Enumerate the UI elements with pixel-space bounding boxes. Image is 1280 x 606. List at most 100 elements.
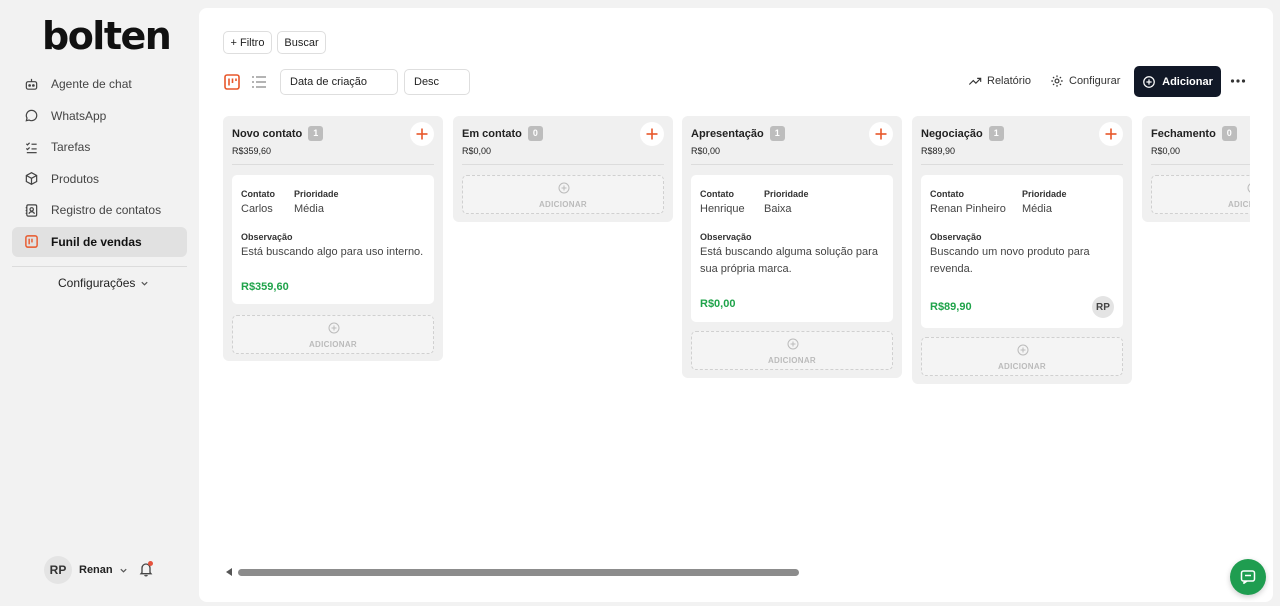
plus-icon bbox=[1105, 128, 1117, 140]
priority-label: Prioridade bbox=[1022, 189, 1067, 199]
contact-value: Carlos bbox=[241, 203, 273, 215]
sidebar-item-label: WhatsApp bbox=[51, 108, 107, 123]
list-view-icon[interactable] bbox=[250, 73, 268, 91]
column-count-badge: 1 bbox=[769, 126, 785, 141]
add-card-label: ADICIONAR bbox=[997, 362, 1047, 371]
notification-dot bbox=[148, 561, 153, 566]
brand-logo[interactable]: bolten bbox=[42, 14, 172, 58]
column-title-text: Novo contato bbox=[232, 128, 303, 140]
chat-bubble-icon bbox=[24, 108, 39, 123]
add-card-label: ADICIONAR bbox=[308, 340, 358, 349]
column-count-badge: 0 bbox=[1221, 126, 1237, 141]
column-title: Negociação 1 bbox=[921, 126, 1004, 141]
priority-value: Média bbox=[294, 203, 324, 215]
column-add-button[interactable] bbox=[410, 122, 434, 146]
user-menu[interactable]: RP Renan bbox=[44, 556, 128, 584]
plus-icon bbox=[646, 128, 658, 140]
deal-value: R$359,60 bbox=[241, 281, 289, 293]
plus-circle-icon bbox=[1017, 344, 1029, 356]
chevron-down-icon bbox=[120, 568, 127, 573]
contact-value: Renan Pinheiro bbox=[930, 203, 1006, 215]
add-label: Adicionar bbox=[1162, 75, 1213, 88]
horizontal-scrollbar-thumb[interactable] bbox=[238, 569, 799, 576]
sidebar-item-tarefas[interactable]: Tarefas bbox=[12, 132, 187, 162]
filter-button[interactable]: + Filtro bbox=[223, 31, 272, 54]
more-options-icon[interactable] bbox=[1229, 72, 1247, 90]
note-value: Buscando um novo produto para revenda. bbox=[930, 246, 1090, 275]
add-card-zone[interactable]: ADICIONAR bbox=[921, 337, 1123, 376]
deal-value: R$89,90 bbox=[930, 301, 972, 313]
sidebar-item-label: Produtos bbox=[51, 171, 100, 186]
note-label: Observação bbox=[700, 232, 752, 242]
plus-icon bbox=[416, 128, 428, 140]
sidebar-item-whatsapp[interactable]: WhatsApp bbox=[12, 101, 187, 131]
column-header: Apresentação 1 R$0,00 bbox=[691, 116, 893, 165]
sidebar-item-label: Registro de contatos bbox=[51, 203, 162, 218]
sidebar: bolten Agente de chat WhatsApp Tarefas P… bbox=[0, 0, 198, 606]
note-value: Está buscando alguma solução para sua pr… bbox=[700, 246, 878, 275]
deal-card[interactable]: Contato Prioridade Carlos Média Observaç… bbox=[232, 175, 434, 304]
sidebar-item-label: Funil de vendas bbox=[51, 234, 142, 249]
column-header: Novo contato 1 R$359,60 bbox=[232, 116, 434, 165]
column-add-button[interactable] bbox=[640, 122, 664, 146]
configure-button[interactable]: Configurar bbox=[1050, 74, 1120, 88]
add-button[interactable]: Adicionar bbox=[1134, 66, 1221, 97]
sidebar-item-registro-de-contatos[interactable]: Registro de contatos bbox=[12, 195, 187, 225]
add-card-zone[interactable]: ADICIONAR bbox=[1151, 175, 1250, 214]
column-total: R$0,00 bbox=[1151, 146, 1181, 156]
add-card-zone[interactable]: ADICIONAR bbox=[232, 315, 434, 354]
plus-icon bbox=[875, 128, 887, 140]
deal-card[interactable]: Contato Prioridade Henrique Baixa Observ… bbox=[691, 175, 893, 322]
sidebar-divider bbox=[12, 266, 187, 267]
sort-order-select[interactable]: Desc bbox=[404, 69, 470, 95]
priority-label: Prioridade bbox=[764, 189, 809, 199]
assignee-avatar[interactable]: RP bbox=[1092, 296, 1114, 318]
column-title: Novo contato 1 bbox=[232, 126, 324, 141]
column-count-badge: 0 bbox=[527, 126, 543, 141]
add-card-zone[interactable]: ADICIONAR bbox=[462, 175, 664, 214]
note-value: Está buscando algo para uso interno. bbox=[241, 246, 424, 258]
board-column-negociacao: Negociação 1 R$89,90 Contato Prioridade R… bbox=[912, 116, 1132, 384]
contacts-icon bbox=[24, 203, 39, 218]
avatar: RP bbox=[44, 556, 72, 584]
column-title: Fechamento 0 bbox=[1151, 126, 1237, 141]
column-total: R$0,00 bbox=[691, 146, 721, 156]
add-card-label: ADICIONAR bbox=[538, 200, 588, 209]
contact-value: Henrique bbox=[700, 203, 745, 215]
chevron-down-icon bbox=[141, 281, 149, 286]
sort-field-select[interactable]: Data de criação bbox=[280, 69, 398, 95]
column-title-text: Negociação bbox=[921, 128, 983, 140]
sidebar-item-agente-de-chat[interactable]: Agente de chat bbox=[12, 69, 187, 99]
search-button[interactable]: Buscar bbox=[277, 31, 326, 54]
kanban-board: Novo contato 1 R$359,60 Contato Prioridad… bbox=[223, 116, 1250, 556]
report-button[interactable]: Relatório bbox=[968, 74, 1031, 88]
config-label: Configurações bbox=[58, 276, 136, 290]
column-count-badge: 1 bbox=[308, 126, 324, 141]
kanban-view-icon[interactable] bbox=[223, 73, 241, 91]
box-icon bbox=[24, 171, 39, 186]
sidebar-item-produtos[interactable]: Produtos bbox=[12, 164, 187, 194]
scroll-left-arrow[interactable] bbox=[226, 568, 232, 576]
add-card-label: ADICIONAR bbox=[767, 356, 817, 365]
main-panel: + Filtro Buscar Data de criação Desc Rel… bbox=[199, 8, 1273, 602]
config-dropdown[interactable]: Configurações bbox=[58, 276, 149, 290]
report-label: Relatório bbox=[987, 75, 1032, 87]
column-add-button[interactable] bbox=[869, 122, 893, 146]
board-column-novo-contato: Novo contato 1 R$359,60 Contato Prioridad… bbox=[223, 116, 443, 361]
trending-up-icon bbox=[968, 77, 982, 85]
chat-icon bbox=[1240, 570, 1256, 585]
deal-value: R$0,00 bbox=[700, 298, 736, 310]
column-total: R$0,00 bbox=[462, 146, 492, 156]
sidebar-item-funil-de-vendas[interactable]: Funil de vendas bbox=[12, 226, 187, 257]
column-add-button[interactable] bbox=[1099, 122, 1123, 146]
plus-circle-icon bbox=[328, 322, 340, 334]
gear-icon bbox=[1051, 75, 1063, 87]
column-total: R$89,90 bbox=[921, 146, 956, 156]
deal-card[interactable]: Contato Prioridade Renan Pinheiro Média … bbox=[921, 175, 1123, 328]
column-count-badge: 1 bbox=[988, 126, 1004, 141]
chat-support-button[interactable] bbox=[1230, 559, 1266, 595]
note-label: Observação bbox=[930, 232, 982, 242]
add-card-zone[interactable]: ADICIONAR bbox=[691, 331, 893, 370]
column-total: R$359,60 bbox=[232, 146, 272, 156]
column-header: Em contato 0 R$0,00 bbox=[462, 116, 664, 165]
